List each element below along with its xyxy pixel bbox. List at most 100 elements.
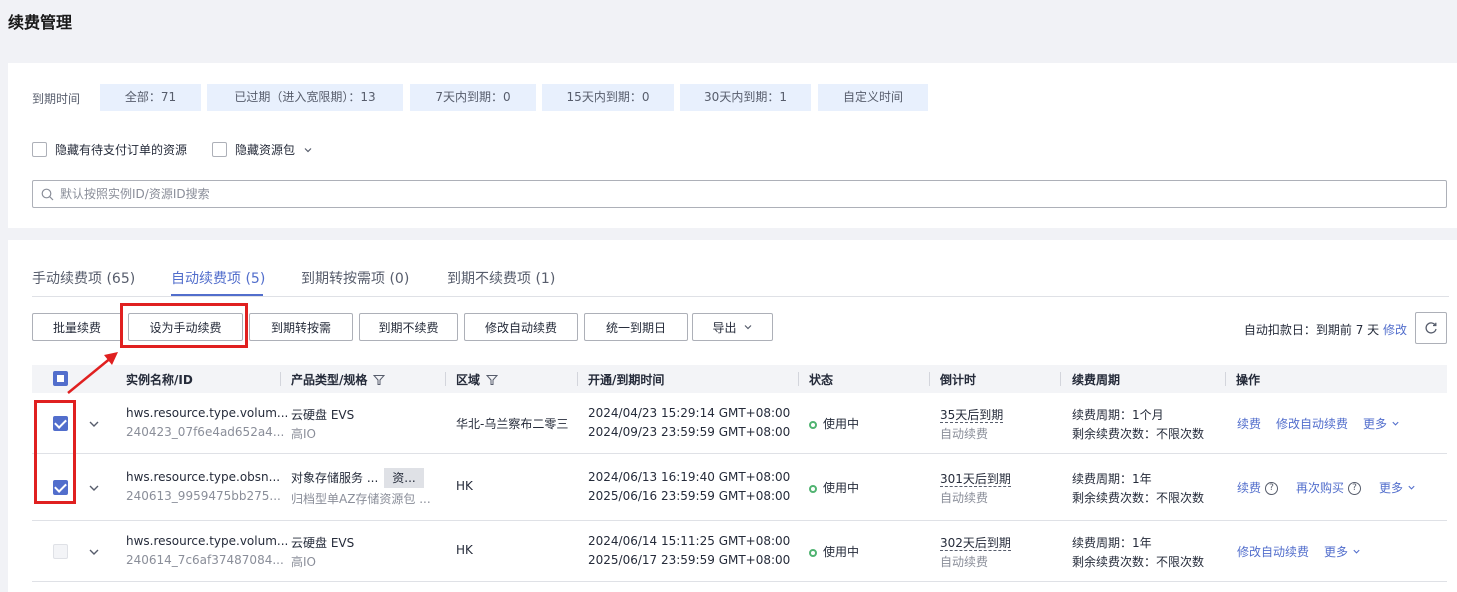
expire-time: 2025/06/16 23:59:59 GMT+08:00 bbox=[588, 489, 791, 503]
chip-expired[interactable]: 已过期（进入宽限期）：13 bbox=[207, 84, 403, 111]
remaining-renewals: 剩余续费次数：不限次数 bbox=[1072, 491, 1205, 505]
header-region: 区域 bbox=[456, 371, 499, 388]
expand-chevron-icon[interactable] bbox=[87, 481, 101, 495]
remaining-renewals: 剩余续费次数：不限次数 bbox=[1072, 427, 1205, 441]
chevron-down-icon bbox=[744, 325, 751, 330]
countdown: 302天后到期 bbox=[940, 536, 1011, 551]
export-button[interactable]: 导出 bbox=[692, 313, 773, 341]
modify-auto-renewal-link[interactable]: 修改自动续费 bbox=[1276, 415, 1348, 432]
expire-time: 2024/09/23 23:59:59 GMT+08:00 bbox=[588, 425, 791, 439]
status-cell: 使用中 bbox=[809, 479, 859, 496]
status-dot-icon bbox=[809, 420, 817, 429]
column-divider bbox=[445, 372, 446, 386]
modify-deduct-link[interactable]: 修改 bbox=[1383, 323, 1407, 337]
table-row: hws.resource.type.volum... 240614_7c6af3… bbox=[32, 521, 1447, 582]
instance-id: 240423_07f6e4ad652a4... bbox=[126, 425, 285, 439]
convert-on-demand-button[interactable]: 到期转按需 bbox=[249, 313, 353, 341]
search-icon bbox=[41, 188, 54, 200]
chip-15-days[interactable]: 15天内到期：0 bbox=[542, 84, 674, 111]
search-field[interactable] bbox=[32, 180, 1447, 208]
remaining-renewals: 剩余续费次数：不限次数 bbox=[1072, 555, 1205, 569]
no-renewal-button[interactable]: 到期不续费 bbox=[359, 313, 458, 341]
header-status: 状态 bbox=[809, 373, 834, 387]
expand-chevron-icon[interactable] bbox=[87, 417, 101, 431]
refresh-icon bbox=[1425, 322, 1437, 334]
auto-deduct-info: 自动扣款日：到期前 7 天 修改 bbox=[1244, 321, 1407, 338]
status-cell: 使用中 bbox=[809, 543, 859, 560]
tab-convert-on-demand[interactable]: 到期转按需项 (0) bbox=[301, 268, 409, 288]
batch-renew-button[interactable]: 批量续费 bbox=[32, 313, 122, 341]
tab-no-renewal[interactable]: 到期不续费项 (1) bbox=[447, 268, 555, 288]
countdown-sub: 自动续费 bbox=[940, 491, 989, 505]
status-cell: 使用中 bbox=[809, 415, 859, 432]
renewal-period: 续费周期：1年 bbox=[1072, 536, 1152, 550]
hide-package-option[interactable]: 隐藏资源包 bbox=[212, 141, 313, 158]
instance-name[interactable]: hws.resource.type.obsn... bbox=[126, 470, 280, 484]
package-tag: 资... bbox=[384, 468, 424, 488]
table-row: hws.resource.type.obsn... 240613_9959475… bbox=[32, 454, 1447, 521]
modify-auto-renewal-link[interactable]: 修改自动续费 bbox=[1237, 543, 1309, 560]
active-tab-indicator bbox=[171, 294, 263, 296]
region: HK bbox=[456, 543, 473, 557]
hide-package-checkbox[interactable] bbox=[212, 142, 227, 157]
modify-auto-renewal-button[interactable]: 修改自动续费 bbox=[464, 313, 578, 341]
product-type: 对象存储服务 ... bbox=[291, 471, 379, 485]
table-row: hws.resource.type.volum... 240423_07f6e4… bbox=[32, 393, 1447, 454]
hide-pending-checkbox[interactable] bbox=[32, 142, 47, 157]
renewal-tabs: 手动续费项 (65) 自动续费项 (5) 到期转按需项 (0) 到期不续费项 (… bbox=[32, 258, 1449, 297]
column-divider bbox=[1060, 372, 1061, 386]
hide-pending-option[interactable]: 隐藏有待支付订单的资源 bbox=[32, 141, 187, 158]
instance-id: 240614_7c6af37487084... bbox=[126, 553, 284, 567]
renewal-period: 续费周期：1个月 bbox=[1072, 408, 1164, 422]
page-title: 续费管理 bbox=[8, 13, 73, 32]
chip-7-days[interactable]: 7天内到期：0 bbox=[410, 84, 536, 111]
status-dot-icon bbox=[809, 548, 817, 557]
annotation-highlight-box bbox=[120, 303, 248, 348]
help-icon[interactable]: ? bbox=[1265, 482, 1279, 495]
chevron-down-icon[interactable] bbox=[303, 145, 313, 155]
open-time: 2024/04/23 15:29:14 GMT+08:00 bbox=[588, 406, 791, 420]
header-actions: 操作 bbox=[1236, 373, 1261, 387]
chip-all[interactable]: 全部：71 bbox=[100, 84, 201, 111]
region: 华北-乌兰察布二零三 bbox=[456, 417, 569, 431]
renew-link[interactable]: 续费 bbox=[1237, 415, 1261, 432]
tab-auto-renewal[interactable]: 自动续费项 (5) bbox=[171, 268, 265, 288]
status-text: 使用中 bbox=[823, 481, 860, 495]
filter-panel: 到期时间 全部：71 已过期（进入宽限期）：13 7天内到期：0 15天内到期：… bbox=[8, 63, 1457, 228]
product-type-cell: 对象存储服务 ... 资... bbox=[291, 468, 424, 488]
countdown: 35天后到期 bbox=[940, 408, 1004, 423]
status-text: 使用中 bbox=[823, 417, 860, 431]
more-menu[interactable]: 更多 bbox=[1363, 415, 1400, 432]
product-spec: 高IO bbox=[291, 427, 316, 441]
export-label: 导出 bbox=[712, 320, 737, 335]
auto-deduct-text: 自动扣款日：到期前 7 天 bbox=[1243, 323, 1380, 337]
refresh-button[interactable] bbox=[1415, 312, 1447, 344]
column-divider bbox=[577, 372, 578, 386]
more-menu[interactable]: 更多 bbox=[1379, 479, 1416, 496]
product-spec: 高IO bbox=[291, 555, 316, 569]
rebuy-link[interactable]: 再次购买? bbox=[1296, 479, 1362, 496]
product-type: 云硬盘 EVS bbox=[291, 536, 355, 550]
instance-name[interactable]: hws.resource.type.volum... bbox=[126, 534, 288, 548]
help-icon[interactable]: ? bbox=[1348, 482, 1362, 495]
search-input[interactable] bbox=[60, 187, 1430, 201]
chip-custom-time[interactable]: 自定义时间 bbox=[818, 84, 928, 111]
unify-expiry-date-button[interactable]: 统一到期日 bbox=[584, 313, 688, 341]
status-dot-icon bbox=[809, 484, 817, 493]
header-renewal-period: 续费周期 bbox=[1072, 373, 1121, 387]
filter-icon[interactable] bbox=[373, 374, 386, 386]
expiry-filter-label: 到期时间 bbox=[32, 92, 81, 106]
tab-manual-renewal[interactable]: 手动续费项 (65) bbox=[32, 268, 135, 288]
table-header: 实例名称/ID 产品类型/规格 区域 开通/到期时间 状态 倒计时 续费周期 操… bbox=[32, 365, 1447, 393]
renew-link[interactable]: 续费? bbox=[1237, 479, 1279, 496]
countdown-sub: 自动续费 bbox=[940, 427, 989, 441]
header-product-type: 产品类型/规格 bbox=[291, 371, 386, 388]
instance-name[interactable]: hws.resource.type.volum... bbox=[126, 406, 288, 420]
product-type: 云硬盘 EVS bbox=[291, 408, 355, 422]
expand-chevron-icon[interactable] bbox=[87, 545, 101, 559]
filter-icon[interactable] bbox=[486, 374, 499, 386]
chevron-down-icon bbox=[1392, 421, 1399, 426]
chip-30-days[interactable]: 30天内到期：1 bbox=[680, 84, 811, 111]
renewal-period: 续费周期：1年 bbox=[1072, 472, 1152, 486]
more-menu[interactable]: 更多 bbox=[1324, 543, 1361, 560]
